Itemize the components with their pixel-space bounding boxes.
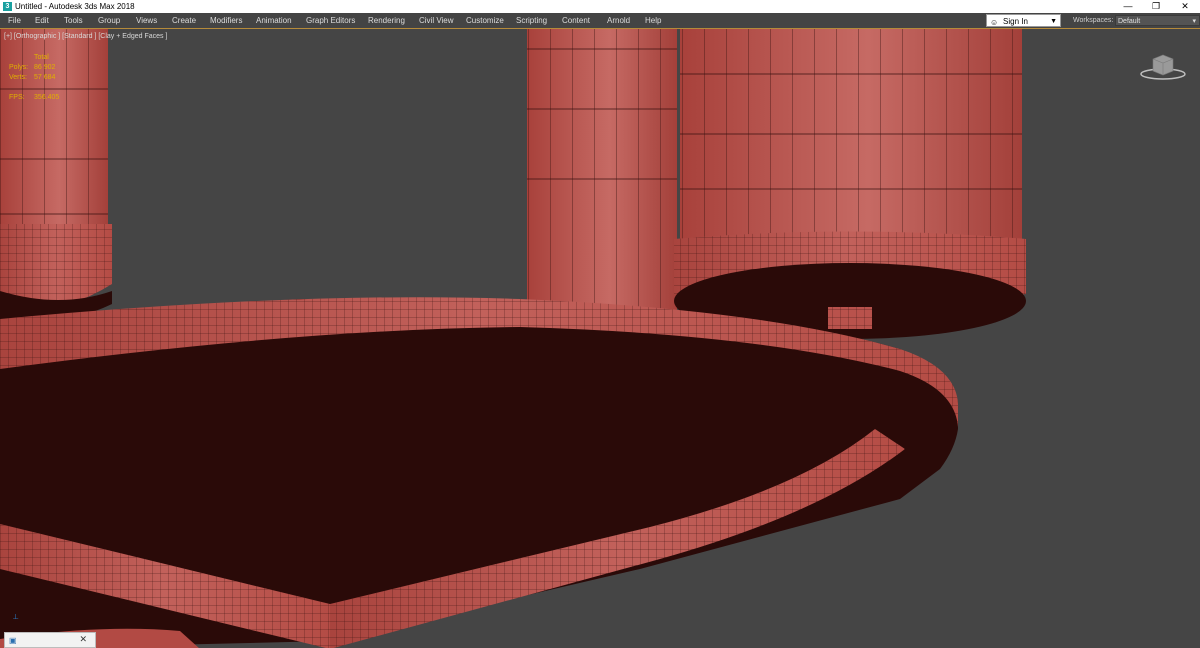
polys-label: Polys:	[9, 64, 29, 71]
workspaces-label: Workspaces:	[1073, 17, 1114, 24]
perspective-viewport[interactable]: [+] [Orthographic ] [Standard ] [Clay + …	[0, 28, 1200, 648]
chevron-down-icon: ▼	[1050, 18, 1057, 25]
polys-value: 86 902	[34, 64, 56, 71]
curved-track	[0, 297, 959, 648]
menu-graph-editors[interactable]: Graph Editors	[306, 13, 355, 28]
mini-listener-panel[interactable]: ▣ ✕	[4, 632, 96, 648]
right-cylinder	[674, 29, 1026, 339]
sign-in-label: Sign In	[1003, 17, 1028, 26]
menu-rendering[interactable]: Rendering	[368, 13, 405, 28]
menu-arnold[interactable]: Arnold	[607, 13, 630, 28]
verts-value: 57 684	[34, 74, 56, 81]
close-button[interactable]: ✕	[1170, 0, 1200, 13]
verts-label: Verts:	[9, 74, 27, 81]
app-icon: 3	[3, 2, 12, 11]
fps-value: 356.405	[34, 94, 60, 101]
fps-label: FPS:	[9, 94, 25, 101]
minimize-button[interactable]: —	[1113, 0, 1143, 13]
menu-customize[interactable]: Customize	[466, 13, 504, 28]
menu-views[interactable]: Views	[136, 13, 157, 28]
menu-help[interactable]: Help	[645, 13, 661, 28]
axis-tripod-icon: ⟂	[13, 612, 19, 621]
menu-tools[interactable]: Tools	[64, 13, 83, 28]
menu-group[interactable]: Group	[98, 13, 120, 28]
stats-header: Total	[34, 54, 49, 61]
menu-animation[interactable]: Animation	[256, 13, 292, 28]
viewport-label[interactable]: [+] [Orthographic ] [Standard ] [Clay + …	[4, 33, 167, 40]
menu-modifiers[interactable]: Modifiers	[210, 13, 242, 28]
menu-edit[interactable]: Edit	[35, 13, 49, 28]
workspaces-select[interactable]: Default ▾	[1115, 15, 1200, 26]
scene-render	[0, 29, 1026, 648]
menu-file[interactable]: File	[8, 13, 21, 28]
sign-in-dropdown[interactable]: ☺ Sign In ▼	[986, 14, 1061, 27]
chevron-down-icon: ▾	[1192, 18, 1196, 25]
close-icon[interactable]: ✕	[79, 634, 87, 645]
menu-content[interactable]: Content	[562, 13, 590, 28]
menu-civil-view[interactable]: Civil View	[419, 13, 454, 28]
workspaces-value: Default	[1118, 18, 1141, 25]
menu-create[interactable]: Create	[172, 13, 196, 28]
window-title: Untitled - Autodesk 3ds Max 2018	[15, 2, 135, 11]
script-icon: ▣	[9, 636, 17, 645]
restore-button[interactable]: ❐	[1141, 0, 1171, 13]
title-bar: 3 Untitled - Autodesk 3ds Max 2018 — ❐ ✕	[0, 0, 1200, 13]
viewcube-icon[interactable]	[1138, 51, 1188, 81]
menu-scripting[interactable]: Scripting	[516, 13, 547, 28]
